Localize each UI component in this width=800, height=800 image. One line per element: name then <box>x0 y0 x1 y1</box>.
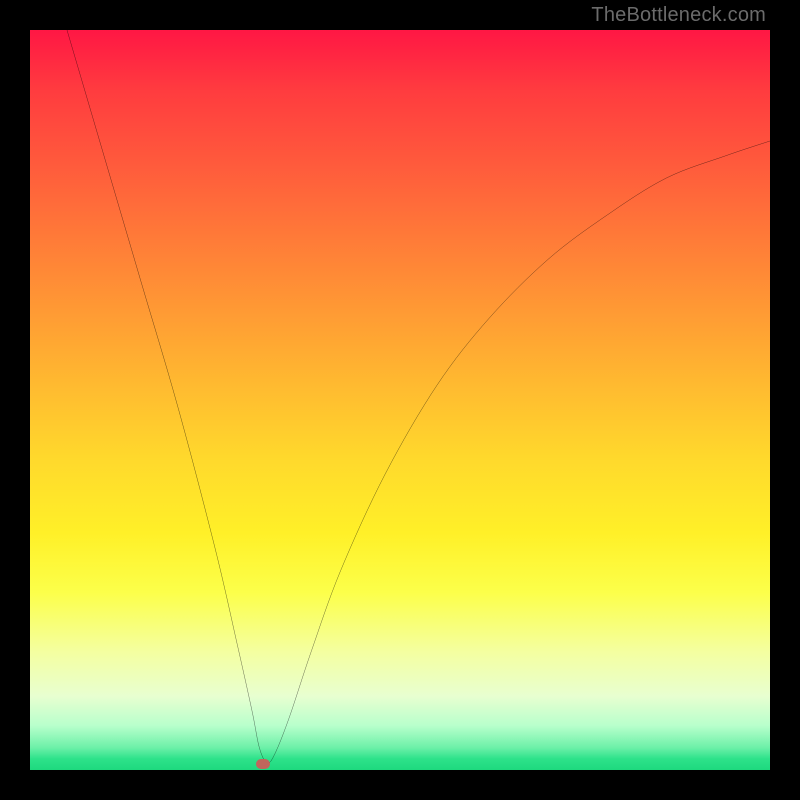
bottleneck-curve <box>30 30 770 770</box>
plot-area <box>30 30 770 770</box>
optimal-marker <box>256 759 270 769</box>
watermark-text: TheBottleneck.com <box>591 4 766 27</box>
chart-frame: TheBottleneck.com <box>0 0 800 800</box>
